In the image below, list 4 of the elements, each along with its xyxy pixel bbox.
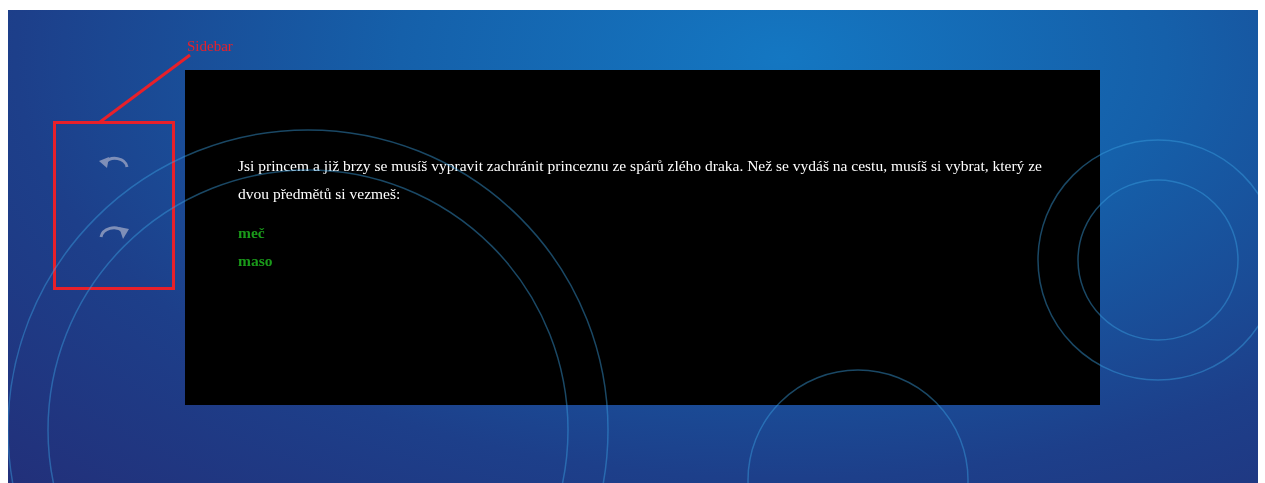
annotation-label: Sidebar xyxy=(187,38,233,55)
choice-link[interactable]: meč xyxy=(238,222,265,244)
choice-link[interactable]: maso xyxy=(238,250,273,272)
story-text: Jsi princem a již brzy se musíš vypravit zachránit princeznu ze spárů zlého draka. Než se vydáš na cestu, musíš si vybrat, který ze dvou předmětů si vezmeš: xyxy=(238,156,1043,204)
